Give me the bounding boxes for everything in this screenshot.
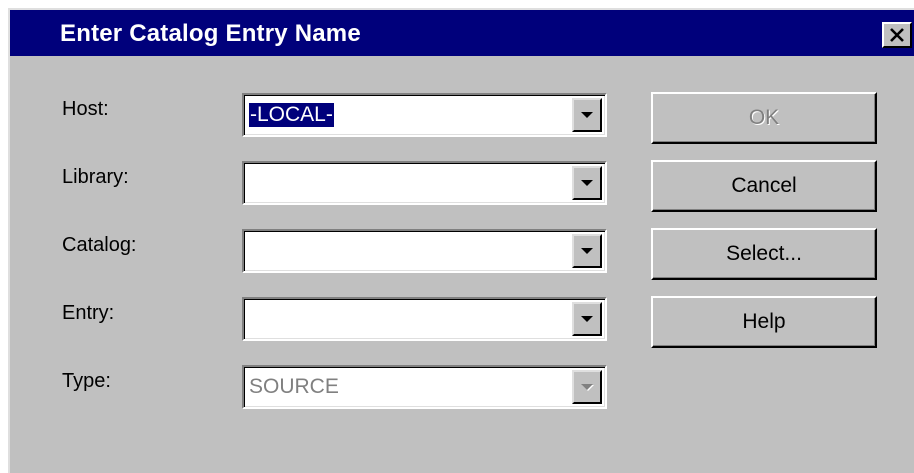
entry-label: Entry:	[62, 302, 115, 324]
type-value: SOURCE	[249, 375, 339, 398]
library-dropdown-button[interactable]	[572, 166, 602, 200]
dialog-title: Enter Catalog Entry Name	[60, 20, 361, 47]
chevron-down-icon	[581, 384, 593, 390]
cancel-button[interactable]: Cancel	[651, 160, 877, 212]
catalog-label: Catalog:	[62, 234, 137, 256]
host-label: Host:	[62, 98, 109, 120]
select-button[interactable]: Select...	[651, 228, 877, 280]
catalog-combobox[interactable]	[242, 229, 607, 273]
close-button[interactable]	[882, 22, 912, 48]
catalog-dropdown-button[interactable]	[572, 234, 602, 268]
host-value: -LOCAL-	[249, 103, 334, 127]
type-dropdown-button	[572, 370, 602, 404]
chevron-down-icon	[581, 316, 593, 322]
type-combobox: SOURCE	[242, 365, 607, 409]
help-button[interactable]: Help	[651, 296, 877, 348]
library-label: Library:	[62, 166, 129, 188]
entry-combobox[interactable]	[242, 297, 607, 341]
chevron-down-icon	[581, 248, 593, 254]
type-label: Type:	[62, 370, 111, 392]
ok-button[interactable]: OK	[651, 92, 877, 144]
catalog-entry-dialog: Enter Catalog Entry Name Host: -LOCAL- L…	[8, 8, 914, 473]
chevron-down-icon	[581, 112, 593, 118]
chevron-down-icon	[581, 180, 593, 186]
host-dropdown-button[interactable]	[572, 98, 602, 132]
host-combobox[interactable]: -LOCAL-	[242, 93, 607, 137]
title-bar[interactable]: Enter Catalog Entry Name	[10, 10, 914, 56]
entry-dropdown-button[interactable]	[572, 302, 602, 336]
library-combobox[interactable]	[242, 161, 607, 205]
close-icon	[890, 28, 904, 42]
